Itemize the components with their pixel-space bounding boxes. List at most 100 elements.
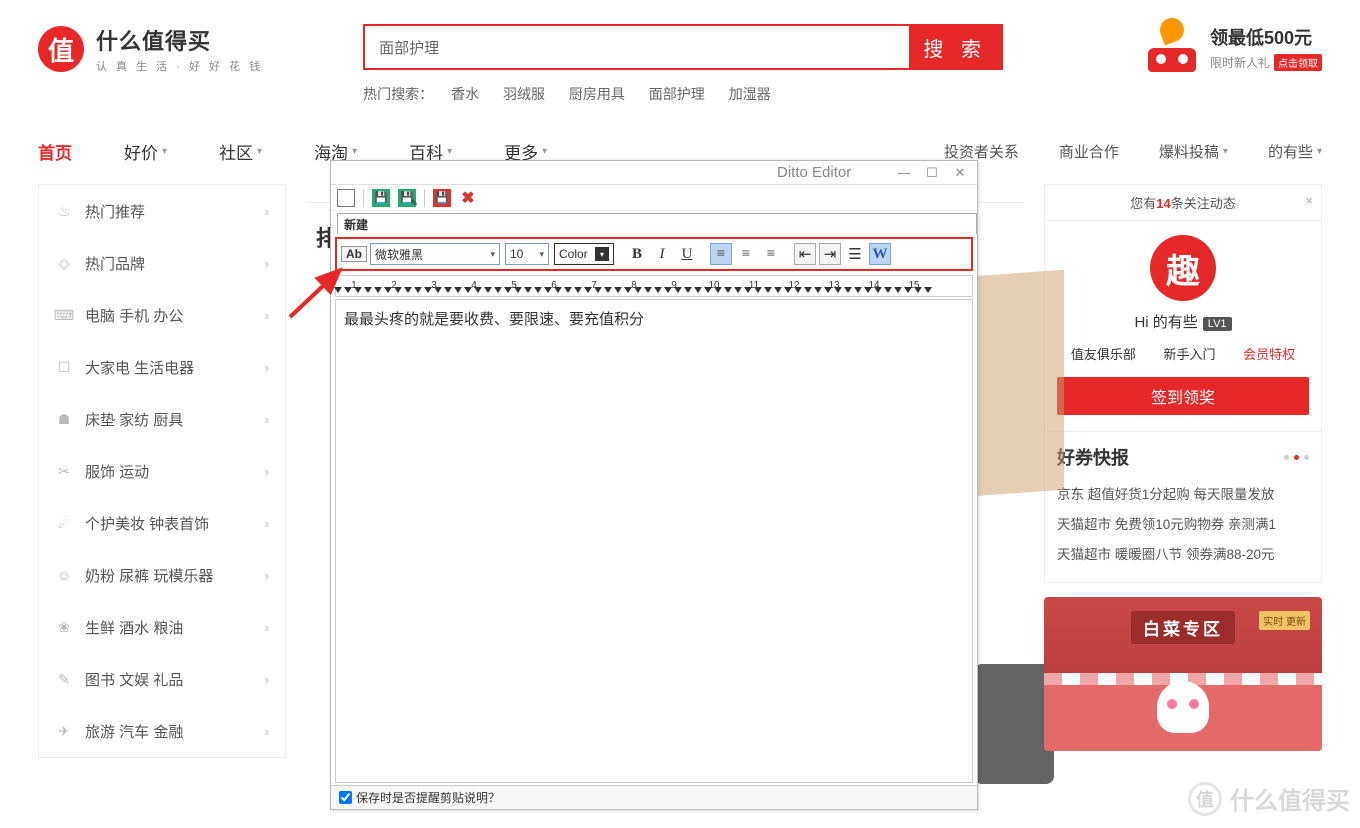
category-icon: ☗ <box>55 410 73 428</box>
status-bar: 保存时是否提醒剪贴说明？ <box>331 785 977 809</box>
site-logo[interactable]: 值 什么值得买 认 真 生 活 · 好 好 花 钱 <box>38 24 263 74</box>
new-icon[interactable] <box>337 189 355 207</box>
sidebar-item[interactable]: ⌨电脑 手机 办公› <box>39 289 285 341</box>
ruler[interactable]: 123456789101112131415 <box>335 275 973 297</box>
titlebar[interactable]: Ditto Editor — ☐ ✕ <box>331 161 977 185</box>
close-icon[interactable]: × <box>1305 193 1313 208</box>
bold-button[interactable]: B <box>626 243 648 265</box>
align-right-button[interactable]: ≡ <box>760 243 782 265</box>
category-icon: ◇ <box>55 254 73 272</box>
promo-banner[interactable]: 领最低500元 限时新人礼点击领取 <box>1148 24 1322 72</box>
signin-button[interactable]: 签到领奖 <box>1057 377 1309 415</box>
chevron-right-icon: › <box>265 568 269 583</box>
nav-shequ[interactable]: 社区▾ <box>219 139 262 164</box>
avatar[interactable]: 趣 <box>1150 235 1216 301</box>
notice-bar[interactable]: 您有14条关注动态 × <box>1044 184 1322 221</box>
sidebar-item[interactable]: ❀生鲜 酒水 粮油› <box>39 601 285 653</box>
delete-icon[interactable]: ✖ <box>459 189 477 207</box>
align-left-button[interactable]: ≡ <box>710 243 732 265</box>
indent-button[interactable]: ⇥ <box>819 243 841 265</box>
font-family-select[interactable]: 微软雅黑▾ <box>370 243 500 265</box>
product-image <box>974 664 1054 784</box>
promo-sub: 限时新人礼 <box>1210 54 1270 71</box>
align-center-button[interactable]: ≡ <box>735 243 757 265</box>
maximize-button[interactable]: ☐ <box>921 165 943 181</box>
logo-title: 什么值得买 <box>96 24 263 56</box>
font-dialog-button[interactable]: Ab <box>341 246 367 262</box>
sidebar-item[interactable]: ♨热门推荐› <box>39 185 285 237</box>
watermark: 值 什么值得买 <box>1188 781 1350 816</box>
user-newbie-link[interactable]: 新手入门 <box>1163 344 1215 363</box>
hot-tag[interactable]: 加湿器 <box>729 86 771 102</box>
sidebar-item[interactable]: ✎图书 文娱 礼品› <box>39 653 285 705</box>
chevron-right-icon: › <box>265 256 269 271</box>
format-toolbar-highlight: Ab 微软雅黑▾ 10▾ Color▾ B I U ≡ ≡ ≡ ⇤ ⇥ ☰ W <box>335 237 973 271</box>
sidebar-item-label: 服饰 运动 <box>85 461 149 482</box>
caret-icon: ▾ <box>162 146 167 157</box>
hot-tag[interactable]: 香水 <box>451 86 479 102</box>
sidebar-item[interactable]: ☄个护美妆 钟表首饰› <box>39 497 285 549</box>
format-toolbar: Ab 微软雅黑▾ 10▾ Color▾ B I U ≡ ≡ ≡ ⇤ ⇥ ☰ W <box>337 239 971 269</box>
chevron-right-icon: › <box>265 516 269 531</box>
sidebar-item[interactable]: ☗床垫 家纺 厨具› <box>39 393 285 445</box>
minimize-button[interactable]: — <box>893 165 915 180</box>
hot-tag[interactable]: 厨房用具 <box>569 86 625 102</box>
sidebar-item[interactable]: ☐大家电 生活电器› <box>39 341 285 393</box>
coupon-title: 好券快报 <box>1057 444 1129 470</box>
chevron-right-icon: › <box>265 672 269 687</box>
ditto-editor-window: Ditto Editor — ☐ ✕ 💾 💾 💾 ✖ 新建 Ab 微软雅黑▾ 1… <box>330 160 978 810</box>
ghost-icon <box>1157 681 1209 733</box>
save-as-icon[interactable]: 💾 <box>398 189 416 207</box>
sidebar-item[interactable]: ☺奶粉 尿裤 玩模乐器› <box>39 549 285 601</box>
coupon-item[interactable]: 天猫超市 免费领10元购物券 亲测满1 <box>1057 510 1309 540</box>
coupon-item[interactable]: 京东 超值好货1分起购 每天限量发放 <box>1057 480 1309 510</box>
user-vip-link[interactable]: 会员特权 <box>1243 344 1295 363</box>
save-icon[interactable]: 💾 <box>372 189 390 207</box>
underline-button[interactable]: U <box>676 243 698 265</box>
watermark-badge-icon: 值 <box>1188 782 1222 816</box>
coupon-item[interactable]: 天猫超市 暖暖圈八节 领券满88-20元 <box>1057 540 1309 570</box>
status-checkbox[interactable] <box>339 791 352 804</box>
category-icon: ✂ <box>55 462 73 480</box>
category-icon: ❀ <box>55 618 73 636</box>
search-button[interactable]: 搜 索 <box>909 26 1001 68</box>
nav-user[interactable]: 的有些▾ <box>1268 141 1322 162</box>
document-tab[interactable]: 新建 <box>337 213 977 235</box>
category-icon: ⌨ <box>55 306 73 324</box>
nav-investor[interactable]: 投资者关系 <box>944 141 1019 162</box>
level-badge: LV1 <box>1203 317 1232 331</box>
caret-icon: ▾ <box>1317 146 1322 157</box>
search-input[interactable] <box>365 26 909 68</box>
caret-icon: ▾ <box>352 146 357 157</box>
outdent-button[interactable]: ⇤ <box>794 243 816 265</box>
bullets-button[interactable]: ☰ <box>844 243 866 265</box>
user-club-link[interactable]: 值友俱乐部 <box>1071 344 1136 363</box>
hot-tag[interactable]: 羽绒服 <box>503 86 545 102</box>
sidebar-item[interactable]: ✈旅游 汽车 金融› <box>39 705 285 757</box>
editor-textarea[interactable]: 最最头疼的就是要收费、要限速、要充值积分 <box>335 299 973 783</box>
logo-subtitle: 认 真 生 活 · 好 好 花 钱 <box>96 58 263 74</box>
caret-icon: ▾ <box>542 146 547 157</box>
wrap-button[interactable]: W <box>869 243 891 265</box>
chevron-right-icon: › <box>265 724 269 739</box>
nav-submit[interactable]: 爆料投稿▾ <box>1159 141 1228 162</box>
sidebar-item[interactable]: ✂服饰 运动› <box>39 445 285 497</box>
window-title: Ditto Editor <box>337 164 851 181</box>
category-icon: ☐ <box>55 358 73 376</box>
chevron-right-icon: › <box>265 360 269 375</box>
italic-button[interactable]: I <box>651 243 673 265</box>
baicai-banner[interactable]: 白菜专区 实时 更新 <box>1044 597 1322 751</box>
font-color-select[interactable]: Color▾ <box>554 243 614 265</box>
close-button[interactable]: ✕ <box>949 165 971 181</box>
nav-business[interactable]: 商业合作 <box>1059 141 1119 162</box>
category-icon: ✈ <box>55 722 73 740</box>
nav-home[interactable]: 首页 <box>38 139 72 164</box>
caret-icon: ▾ <box>257 146 262 157</box>
nav-haojia[interactable]: 好价▾ <box>124 139 167 164</box>
pager-dots[interactable] <box>1284 455 1309 460</box>
save-close-icon[interactable]: 💾 <box>433 189 451 207</box>
font-size-select[interactable]: 10▾ <box>505 243 549 265</box>
hot-tag[interactable]: 面部护理 <box>649 86 705 102</box>
sidebar-item[interactable]: ◇热门品牌› <box>39 237 285 289</box>
sidebar-item-label: 个护美妆 钟表首饰 <box>85 513 209 534</box>
